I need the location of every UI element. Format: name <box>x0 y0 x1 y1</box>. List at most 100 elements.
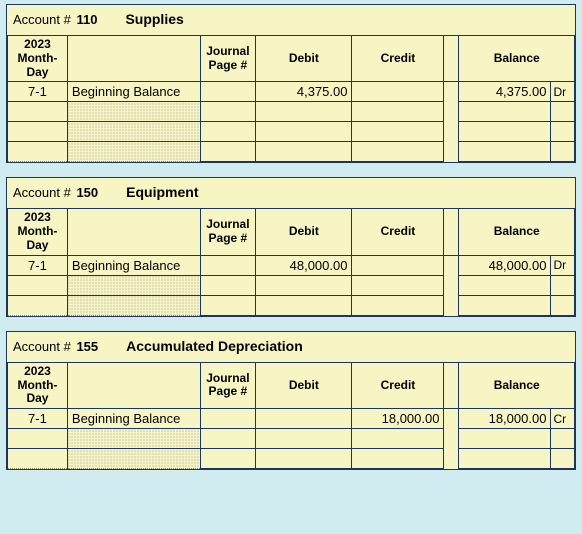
cell-credit <box>352 449 444 469</box>
account-title: Equipment <box>126 184 198 200</box>
cell-balance <box>459 449 551 469</box>
cell-journal <box>200 449 256 469</box>
table-row <box>8 122 575 142</box>
col-journal: JournalPage # <box>200 362 256 408</box>
cell-balance <box>459 295 551 315</box>
cell-debit <box>256 429 352 449</box>
cell-drcr <box>551 102 575 122</box>
col-debit: Debit <box>256 209 352 255</box>
cell-date <box>8 295 68 315</box>
ledger-table: 2023Month-DayJournalPage #DebitCreditBal… <box>7 362 575 469</box>
account-title: Supplies <box>125 11 183 27</box>
table-row: 7-1Beginning Balance18,000.0018,000.00Cr <box>8 409 575 429</box>
col-date: 2023Month-Day <box>8 209 68 255</box>
cell-balance <box>459 275 551 295</box>
table-row <box>8 142 575 162</box>
cell-debit <box>256 122 352 142</box>
cell-credit <box>352 82 444 102</box>
table-row: 7-1Beginning Balance4,375.004,375.00Dr <box>8 82 575 102</box>
cell-date <box>8 142 68 162</box>
cell-debit <box>256 295 352 315</box>
col-balance: Balance <box>459 36 575 82</box>
cell-debit <box>256 409 352 429</box>
col-gap <box>444 362 459 408</box>
cell-journal <box>200 255 256 275</box>
table-row <box>8 295 575 315</box>
col-desc <box>67 362 200 408</box>
account-title: Accumulated Depreciation <box>126 338 303 354</box>
cell-drcr: Dr <box>551 82 575 102</box>
cell-gap <box>444 122 459 142</box>
cell-desc <box>67 449 200 469</box>
cell-date <box>8 429 68 449</box>
cell-balance: 18,000.00 <box>459 409 551 429</box>
cell-drcr <box>551 275 575 295</box>
table-row <box>8 449 575 469</box>
cell-journal <box>200 102 256 122</box>
col-desc <box>67 209 200 255</box>
cell-debit: 4,375.00 <box>256 82 352 102</box>
cell-debit <box>256 449 352 469</box>
cell-desc <box>67 275 200 295</box>
cell-credit <box>352 102 444 122</box>
cell-credit <box>352 295 444 315</box>
cell-drcr <box>551 122 575 142</box>
cell-journal <box>200 275 256 295</box>
cell-date: 7-1 <box>8 255 68 275</box>
cell-credit <box>352 142 444 162</box>
cell-desc <box>67 122 200 142</box>
cell-journal <box>200 429 256 449</box>
col-debit: Debit <box>256 36 352 82</box>
cell-desc <box>67 295 200 315</box>
cell-drcr: Cr <box>551 409 575 429</box>
cell-gap <box>444 409 459 429</box>
ledger-table: 2023Month-DayJournalPage #DebitCreditBal… <box>7 35 575 162</box>
account-label: Account # <box>13 12 71 27</box>
cell-debit <box>256 102 352 122</box>
account-header: Account # 110 Supplies <box>7 5 575 35</box>
cell-balance <box>459 429 551 449</box>
cell-drcr: Dr <box>551 255 575 275</box>
cell-gap <box>444 429 459 449</box>
col-date: 2023Month-Day <box>8 36 68 82</box>
cell-desc <box>67 102 200 122</box>
cell-gap <box>444 295 459 315</box>
cell-balance: 48,000.00 <box>459 255 551 275</box>
col-debit: Debit <box>256 362 352 408</box>
cell-credit <box>352 255 444 275</box>
cell-date <box>8 102 68 122</box>
cell-balance <box>459 122 551 142</box>
cell-balance <box>459 142 551 162</box>
cell-date <box>8 275 68 295</box>
cell-credit <box>352 122 444 142</box>
cell-date: 7-1 <box>8 82 68 102</box>
cell-desc <box>67 429 200 449</box>
cell-journal <box>200 122 256 142</box>
cell-gap <box>444 102 459 122</box>
col-journal: JournalPage # <box>200 36 256 82</box>
cell-gap <box>444 142 459 162</box>
table-row <box>8 275 575 295</box>
cell-debit: 48,000.00 <box>256 255 352 275</box>
ledger-account: Account # 155Accumulated Depreciation202… <box>6 331 576 470</box>
cell-credit: 18,000.00 <box>352 409 444 429</box>
cell-debit <box>256 142 352 162</box>
account-header: Account # 155Accumulated Depreciation <box>7 332 575 362</box>
col-credit: Credit <box>352 209 444 255</box>
cell-date <box>8 449 68 469</box>
cell-drcr <box>551 429 575 449</box>
cell-drcr <box>551 142 575 162</box>
cell-desc <box>67 142 200 162</box>
cell-desc: Beginning Balance <box>67 82 200 102</box>
ledger-account: Account # 110 Supplies 2023Month-Day Journa… <box>6 4 576 163</box>
cell-balance: 4,375.00 <box>459 82 551 102</box>
cell-credit <box>352 275 444 295</box>
cell-gap <box>444 275 459 295</box>
cell-gap <box>444 82 459 102</box>
cell-drcr <box>551 295 575 315</box>
col-date: 2023Month-Day <box>8 362 68 408</box>
ledger-account: Account # 150Equipment2023Month-DayJourn… <box>6 177 576 316</box>
account-number: 110 <box>76 12 97 27</box>
col-credit: Credit <box>352 362 444 408</box>
table-row <box>8 429 575 449</box>
